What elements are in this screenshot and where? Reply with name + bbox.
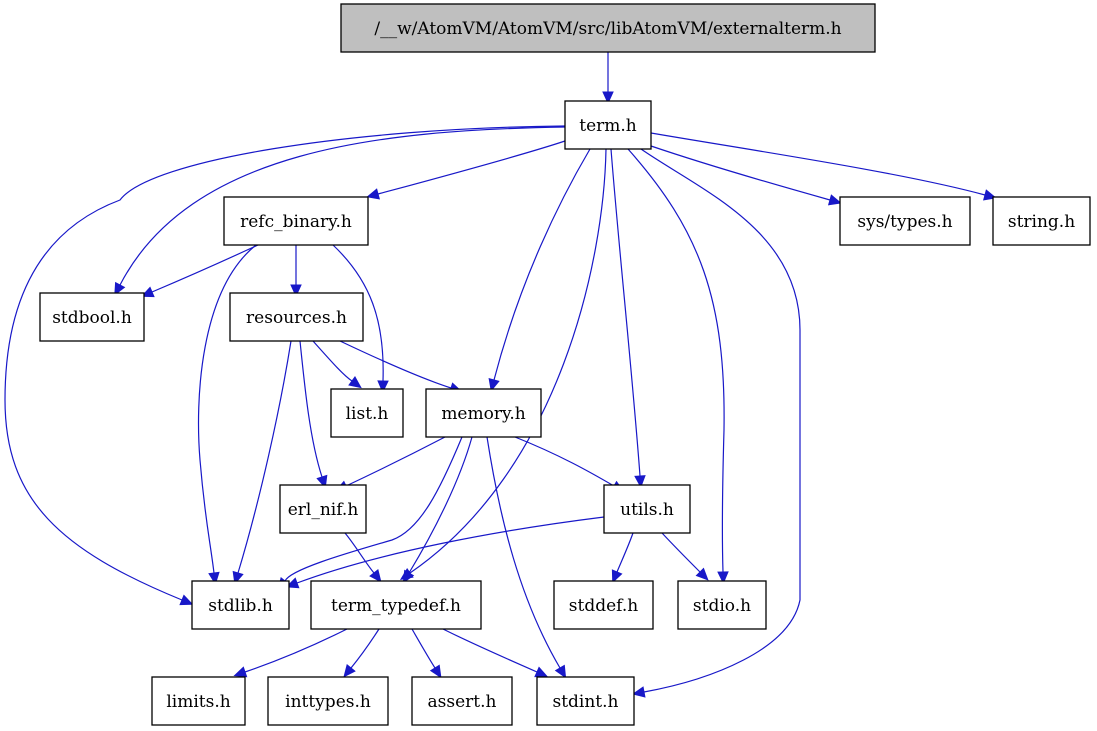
- arrowhead-icon: [348, 376, 362, 389]
- node-stddef[interactable]: stddef.h: [553, 580, 654, 630]
- arrowhead-icon: [631, 686, 646, 698]
- edge-term-to-term_typedef: [399, 148, 607, 580]
- arrowhead-icon: [429, 664, 442, 679]
- edge-line: [650, 132, 986, 196]
- node-resources[interactable]: resources.h: [229, 292, 364, 342]
- arrowhead-icon: [554, 664, 567, 679]
- node-label: memory.h: [441, 404, 525, 424]
- node-label: sys/types.h: [857, 212, 952, 232]
- edge-line: [151, 244, 259, 293]
- edge-line: [237, 340, 292, 574]
- node-limits[interactable]: limits.h: [151, 676, 246, 726]
- arrowhead-icon: [366, 188, 380, 200]
- edge-memory-to-erl_nif: [334, 436, 446, 492]
- edge-line: [409, 148, 607, 574]
- edge-term_typedef-to-limits: [233, 628, 348, 678]
- node-stdlib[interactable]: stdlib.h: [191, 580, 290, 630]
- edge-line: [411, 628, 436, 669]
- nodes-layer: /__w/AtomVM/AtomVM/src/libAtomVM/externa…: [39, 3, 1091, 726]
- edge-term-to-utils: [610, 148, 646, 489]
- node-label: stdlib.h: [208, 596, 273, 616]
- edge-line: [661, 532, 701, 573]
- node-stdint[interactable]: stdint.h: [536, 676, 635, 726]
- edges-layer: [4, 52, 997, 698]
- edge-term-to-memory: [488, 148, 591, 392]
- node-label: term_typedef.h: [331, 596, 461, 616]
- edge-term_typedef-to-assert: [411, 628, 442, 679]
- node-term[interactable]: term.h: [564, 100, 652, 150]
- node-label: resources.h: [246, 308, 347, 328]
- node-label: inttypes.h: [285, 692, 371, 712]
- node-stdbool[interactable]: stdbool.h: [39, 292, 145, 342]
- edge-line: [486, 436, 561, 669]
- edge-term_typedef-to-stdint: [442, 628, 549, 678]
- node-refc-binary[interactable]: refc_binary.h: [223, 196, 369, 246]
- node-externalterm[interactable]: /__w/AtomVM/AtomVM/src/libAtomVM/externa…: [340, 3, 876, 53]
- edge-line: [493, 148, 591, 381]
- edge-line: [514, 436, 615, 487]
- arrowhead-icon: [179, 594, 194, 606]
- arrowhead-icon: [369, 569, 382, 583]
- arrowhead-icon: [343, 663, 356, 678]
- node-label: assert.h: [428, 692, 497, 712]
- node-label: erl_nif.h: [288, 500, 359, 520]
- edge-refc_binary-to-stdbool: [140, 244, 259, 298]
- node-label: list.h: [346, 404, 389, 424]
- edge-memory-to-term_typedef: [402, 436, 473, 584]
- edge-resources-to-erl_nif: [299, 340, 328, 489]
- edge-refc_binary-to-resources: [290, 245, 302, 298]
- edge-utils-to-stddef: [611, 532, 634, 584]
- edge-line: [610, 148, 641, 477]
- node-memory[interactable]: memory.h: [425, 388, 542, 438]
- node-sys-types[interactable]: sys/types.h: [839, 196, 971, 246]
- edge-externalterm-to-term: [602, 52, 614, 105]
- edge-line: [244, 628, 348, 673]
- arrowhead-icon: [611, 569, 623, 584]
- edge-memory-to-utils: [514, 436, 625, 493]
- edge-term_typedef-to-inttypes: [343, 628, 380, 678]
- node-label: string.h: [1008, 212, 1075, 232]
- edge-line: [299, 340, 323, 478]
- edge-term-to-refc_binary: [366, 140, 566, 200]
- node-string[interactable]: string.h: [992, 196, 1091, 246]
- node-label: limits.h: [166, 692, 230, 712]
- node-label: term.h: [579, 116, 637, 136]
- node-label: stdio.h: [693, 596, 751, 616]
- include-graph: /__w/AtomVM/AtomVM/src/libAtomVM/externa…: [4, 3, 1091, 726]
- edge-erl_nif-to-term_typedef: [344, 532, 382, 583]
- node-term-typedef[interactable]: term_typedef.h: [310, 580, 482, 630]
- edge-memory-to-stdint: [486, 436, 567, 679]
- node-assert[interactable]: assert.h: [411, 676, 513, 726]
- edge-line: [377, 140, 566, 195]
- arrowhead-icon: [827, 194, 842, 206]
- edge-resources-to-stdlib: [232, 340, 292, 585]
- node-list[interactable]: list.h: [330, 388, 404, 438]
- node-label: stdbool.h: [52, 308, 132, 328]
- node-label: stdint.h: [552, 692, 618, 712]
- node-stdio[interactable]: stdio.h: [677, 580, 767, 630]
- node-label: /__w/AtomVM/AtomVM/src/libAtomVM/externa…: [374, 19, 841, 39]
- edge-line: [408, 436, 473, 574]
- arrowhead-icon: [534, 666, 549, 678]
- edge-line: [345, 436, 446, 487]
- edge-line: [312, 340, 353, 382]
- edge-utils-to-stdio: [661, 532, 709, 581]
- node-inttypes[interactable]: inttypes.h: [267, 676, 389, 726]
- node-label: refc_binary.h: [240, 212, 352, 232]
- node-utils[interactable]: utils.h: [603, 484, 691, 534]
- edge-line: [442, 628, 538, 673]
- edge-line: [616, 532, 634, 573]
- node-label: utils.h: [620, 500, 674, 520]
- edge-term-to-sys_types: [650, 145, 842, 206]
- edge-line: [350, 628, 380, 669]
- node-erl-nif[interactable]: erl_nif.h: [279, 484, 367, 534]
- edge-term-to-string: [650, 132, 997, 201]
- arrowhead-icon: [233, 666, 248, 678]
- node-label: stddef.h: [569, 596, 638, 616]
